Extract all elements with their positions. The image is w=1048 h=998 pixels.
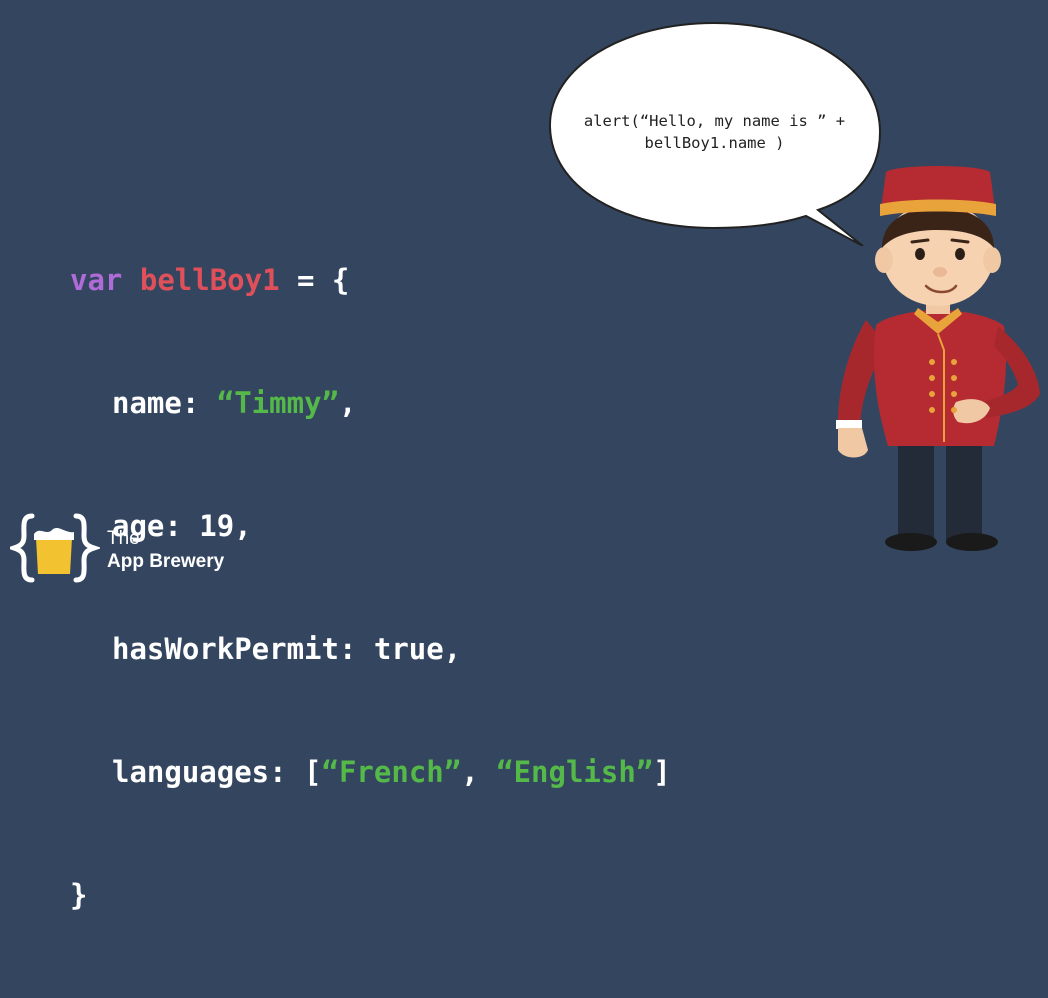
slide: var bellBoy1 = { name: “Timmy”, age: 19,… [0, 0, 1048, 912]
code-text: , [338, 386, 357, 420]
speech-line-1: alert(“Hello, my name is ” + [583, 112, 846, 130]
logo-line-1: The [107, 528, 140, 549]
code-line-5: languages: [“French”, “English”] [70, 752, 671, 793]
logo-line-2: App Brewery [107, 551, 225, 572]
code-text: , [461, 755, 497, 789]
keyword-var: var [70, 263, 123, 297]
brackets-beer-mug-icon [10, 513, 100, 583]
identifier-bellboy1: bellBoy1 [139, 263, 280, 297]
code-block: var bellBoy1 = { name: “Timmy”, age: 19,… [70, 178, 671, 998]
code-text: = { [279, 263, 350, 297]
code-line-6: } [70, 878, 88, 912]
bellboy-illustration [836, 166, 1040, 551]
string-value: “Timmy” [216, 386, 339, 420]
property-key: name: [112, 386, 217, 420]
code-line-4: hasWorkPermit: true, [112, 632, 462, 666]
string-value: “English” [496, 755, 654, 789]
string-value: “French” [321, 755, 462, 789]
code-text: ] [653, 755, 671, 789]
speech-bubble-text: alert(“Hello, my name is ” + bellBoy1.na… [548, 110, 881, 154]
code-line-1: var bellBoy1 = { [70, 260, 671, 301]
property-key: languages: [ [112, 755, 322, 789]
code-line-2: name: “Timmy”, [70, 383, 671, 424]
logo-text: The App Brewery [107, 527, 224, 573]
